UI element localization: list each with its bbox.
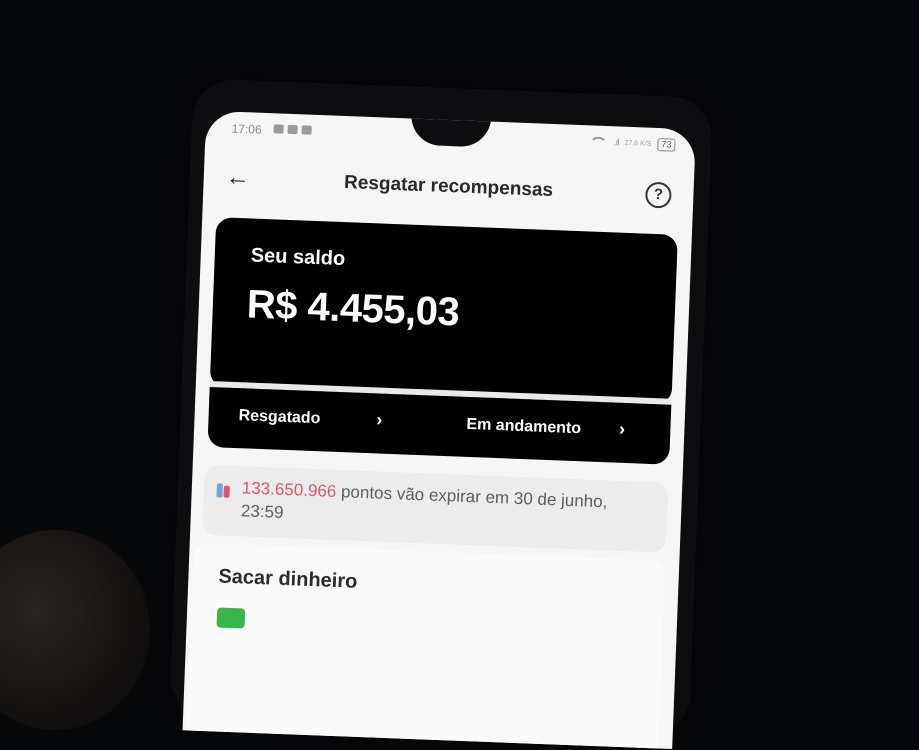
signal-icon: .ıl	[613, 137, 619, 149]
expire-message: 133.650.966 pontos vão expirar em 30 de …	[241, 476, 642, 537]
notification-icons	[273, 124, 312, 135]
balance-label: Seu saldo	[250, 244, 346, 271]
points-expire-notice[interactable]: 133.650.966 pontos vão expirar em 30 de …	[202, 464, 669, 553]
balance-value: R$ 4.455,03	[246, 282, 461, 335]
notification-icon	[287, 124, 298, 135]
cash-icon[interactable]	[216, 607, 246, 629]
expire-points: 133.650.966	[241, 478, 337, 501]
phone-frame: 17:06 .ıl 27,6 K/S 73 ← Resgatar recompe…	[168, 78, 714, 750]
wifi-icon	[589, 135, 608, 149]
battery-icon: 73	[657, 138, 676, 152]
chevron-right-icon: ›	[618, 418, 626, 439]
in-progress-label: Em andamento	[466, 415, 582, 438]
hand-shadow	[0, 530, 150, 730]
app-header: ← Resgatar recompensas ?	[203, 161, 694, 220]
chevron-right-icon: ›	[376, 409, 383, 430]
in-progress-link[interactable]: Em andamento ›	[466, 413, 625, 440]
notification-icon	[273, 124, 284, 134]
notification-icon	[301, 125, 312, 135]
status-time: 17:06	[231, 121, 262, 137]
page-title: Resgatar recompensas	[343, 172, 554, 202]
balance-card: Seu saldo R$ 4.455,03	[209, 217, 678, 405]
redeemed-label: Resgatado	[238, 407, 321, 428]
phone-screen: 17:06 .ıl 27,6 K/S 73 ← Resgatar recompe…	[182, 110, 696, 750]
coins-icon	[216, 483, 230, 498]
network-speed: 27,6 K/S	[624, 139, 652, 148]
withdraw-card: Sacar dinheiro	[186, 542, 666, 750]
withdraw-title: Sacar dinheiro	[218, 565, 358, 593]
redeemed-link[interactable]: Resgatado ›	[238, 404, 382, 431]
status-right: .ıl 27,6 K/S 73	[589, 135, 676, 152]
